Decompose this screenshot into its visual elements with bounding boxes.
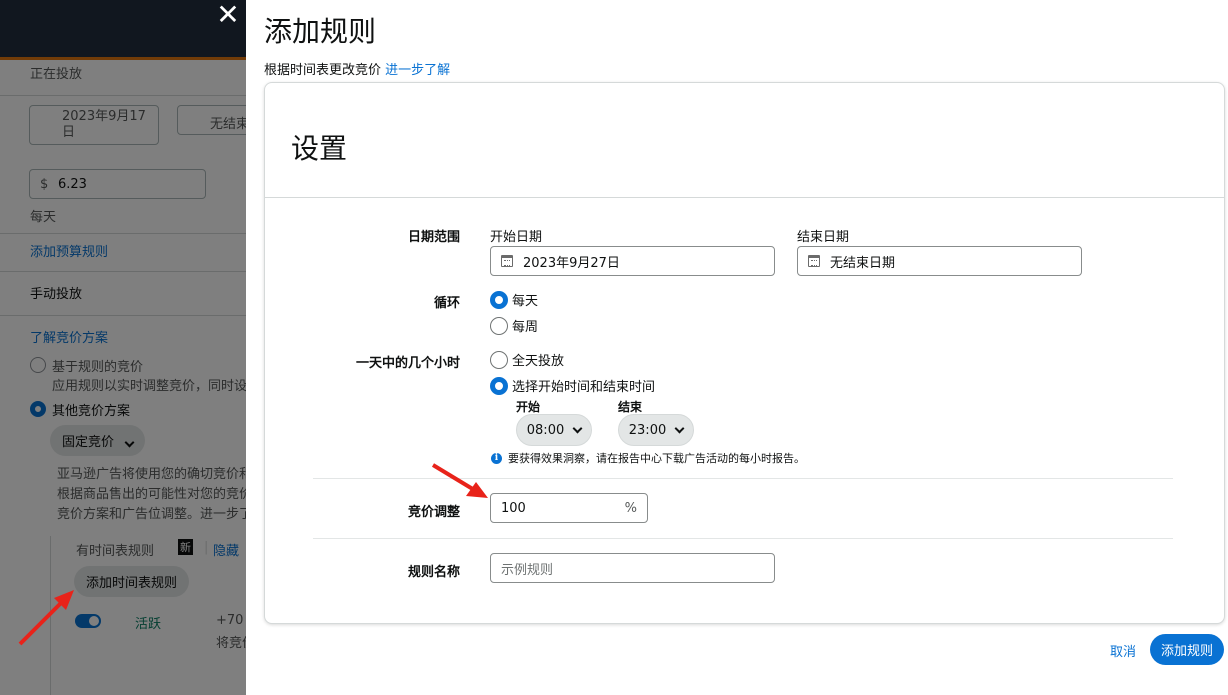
end-date-field[interactable]: 无结束日期	[797, 246, 1082, 276]
hourly-report-info-text: 要获得效果洞察，请在报告中心下载广告活动的每小时报告。	[508, 452, 805, 465]
panel-title: 添加规则	[264, 15, 377, 48]
recurrence-daily-radio[interactable]: 每天	[490, 290, 538, 309]
calendar-icon	[808, 255, 820, 267]
rule-name-placeholder: 示例规则	[501, 562, 554, 578]
all-day-radio[interactable]: 全天投放	[490, 350, 564, 369]
annotation-arrow	[431, 463, 488, 498]
radio-unselected	[490, 350, 508, 369]
radio-selected	[490, 376, 508, 395]
bid-adjust-input[interactable]: 100 %	[490, 493, 648, 523]
chevron-down-icon	[572, 423, 583, 433]
custom-hours-label: 选择开始时间和结束时间	[512, 380, 656, 395]
add-rule-panel: 添加规则 根据时间表更改竞价 进一步了解 设置 日期范围 开始日期 结束日期 2…	[246, 0, 1228, 695]
calendar-icon	[501, 255, 513, 267]
chevron-down-icon	[674, 423, 685, 433]
panel-subtitle-text: 根据时间表更改竞价	[264, 63, 382, 78]
recurrence-weekly-label: 每周	[512, 320, 539, 335]
divider	[313, 538, 1173, 539]
end-date-value: 无结束日期	[830, 255, 896, 271]
settings-card: 设置 日期范围 开始日期 结束日期 2023年9月27日 无结束日期 循环 每天…	[264, 82, 1225, 624]
start-time-value: 08:00	[526, 422, 565, 438]
start-date-label: 开始日期	[490, 230, 543, 245]
cancel-button[interactable]: 取消	[1110, 641, 1136, 660]
end-time-label: 结束	[618, 400, 643, 414]
info-icon: i	[491, 452, 502, 464]
rule-name-input[interactable]: 示例规则	[490, 553, 775, 583]
date-range-label: 日期范围	[407, 230, 460, 245]
start-date-value: 2023年9月27日	[523, 255, 620, 271]
rule-name-label: 规则名称	[407, 565, 460, 580]
custom-hours-radio[interactable]: 选择开始时间和结束时间	[490, 376, 655, 395]
recurrence-label: 循环	[433, 296, 460, 311]
end-time-dropdown[interactable]: 23:00	[618, 414, 694, 446]
add-rule-button[interactable]: 添加规则	[1150, 634, 1224, 665]
all-day-label: 全天投放	[512, 354, 565, 369]
hourly-report-info: i 要获得效果洞察，请在报告中心下载广告活动的每小时报告。	[491, 450, 805, 466]
start-time-label: 开始	[516, 400, 541, 414]
bid-adjust-label: 竞价调整	[407, 505, 460, 520]
radio-unselected	[490, 316, 508, 335]
start-date-field[interactable]: 2023年9月27日	[490, 246, 775, 276]
recurrence-weekly-radio[interactable]: 每周	[490, 316, 538, 335]
radio-selected	[490, 290, 508, 309]
end-time-value: 23:00	[628, 422, 667, 438]
percent-unit: %	[624, 501, 637, 516]
bid-adjust-value: 100	[501, 500, 526, 516]
recurrence-daily-label: 每天	[512, 294, 539, 309]
close-icon[interactable]: ✕	[214, 0, 242, 30]
end-date-label: 结束日期	[797, 230, 850, 245]
settings-title: 设置	[291, 132, 348, 165]
panel-subtitle: 根据时间表更改竞价 进一步了解	[264, 59, 450, 78]
learn-more-link[interactable]: 进一步了解	[385, 63, 450, 78]
settings-card-header: 设置	[265, 83, 1224, 198]
start-time-dropdown[interactable]: 08:00	[516, 414, 592, 446]
add-rule-button-label: 添加规则	[1160, 644, 1213, 659]
hours-label: 一天中的几个小时	[355, 356, 460, 371]
annotation-arrow	[18, 590, 74, 646]
